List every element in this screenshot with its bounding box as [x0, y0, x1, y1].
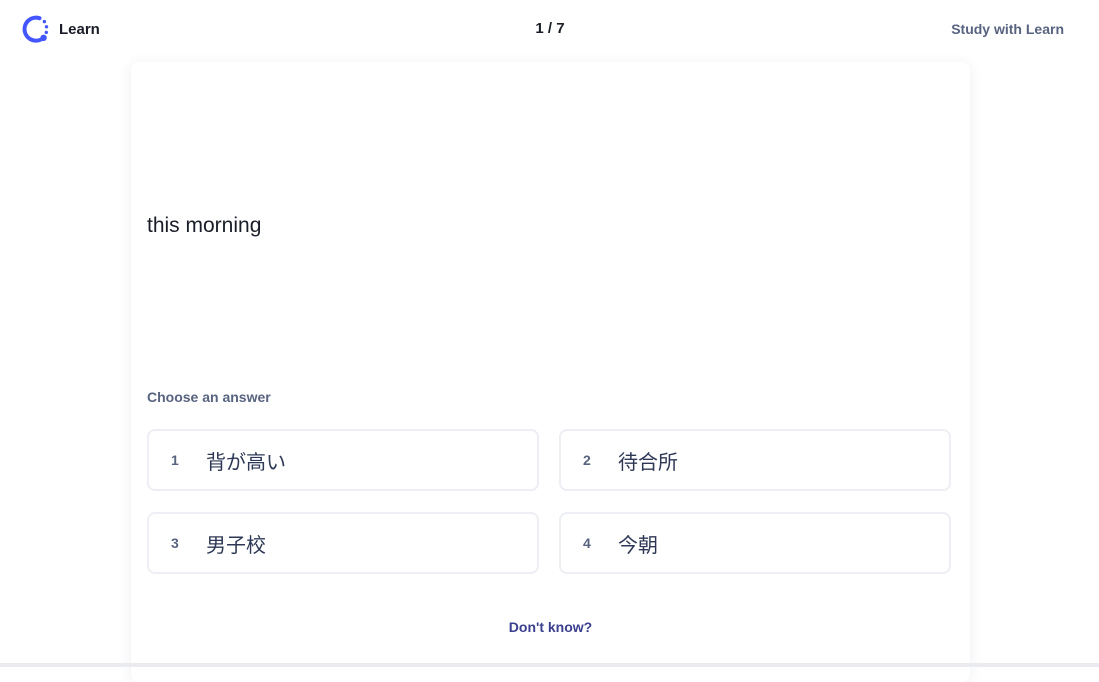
question-card: this morning Choose an answer 1 背が高い 2 待… [131, 62, 970, 682]
study-with-learn-link[interactable]: Study with Learn [951, 21, 1064, 37]
brand-button[interactable]: Learn [20, 14, 100, 44]
top-bar: Learn 1 / 7 Study with Learn [0, 0, 1099, 60]
progress-counter: 1 / 7 [535, 20, 565, 37]
option-number: 2 [583, 452, 591, 468]
dont-know-button[interactable]: Don't know? [509, 619, 592, 635]
bottom-divider [0, 663, 1099, 667]
option-text: 今朝 [618, 534, 658, 557]
option-number: 4 [583, 535, 591, 551]
answer-option-4[interactable]: 4 今朝 [559, 512, 951, 574]
question-term: this morning [147, 214, 262, 237]
learn-progress-icon [20, 14, 50, 44]
option-text: 男子校 [206, 534, 266, 557]
option-text: 背が高い [206, 451, 286, 474]
brand-label: Learn [59, 20, 100, 38]
option-number: 1 [171, 452, 179, 468]
option-number: 3 [171, 535, 179, 551]
answer-option-1[interactable]: 1 背が高い [147, 429, 539, 491]
dont-know-row: Don't know? [131, 619, 970, 635]
answer-option-2[interactable]: 2 待合所 [559, 429, 951, 491]
answer-prompt: Choose an answer [147, 389, 271, 405]
option-text: 待合所 [618, 451, 678, 474]
answer-option-3[interactable]: 3 男子校 [147, 512, 539, 574]
